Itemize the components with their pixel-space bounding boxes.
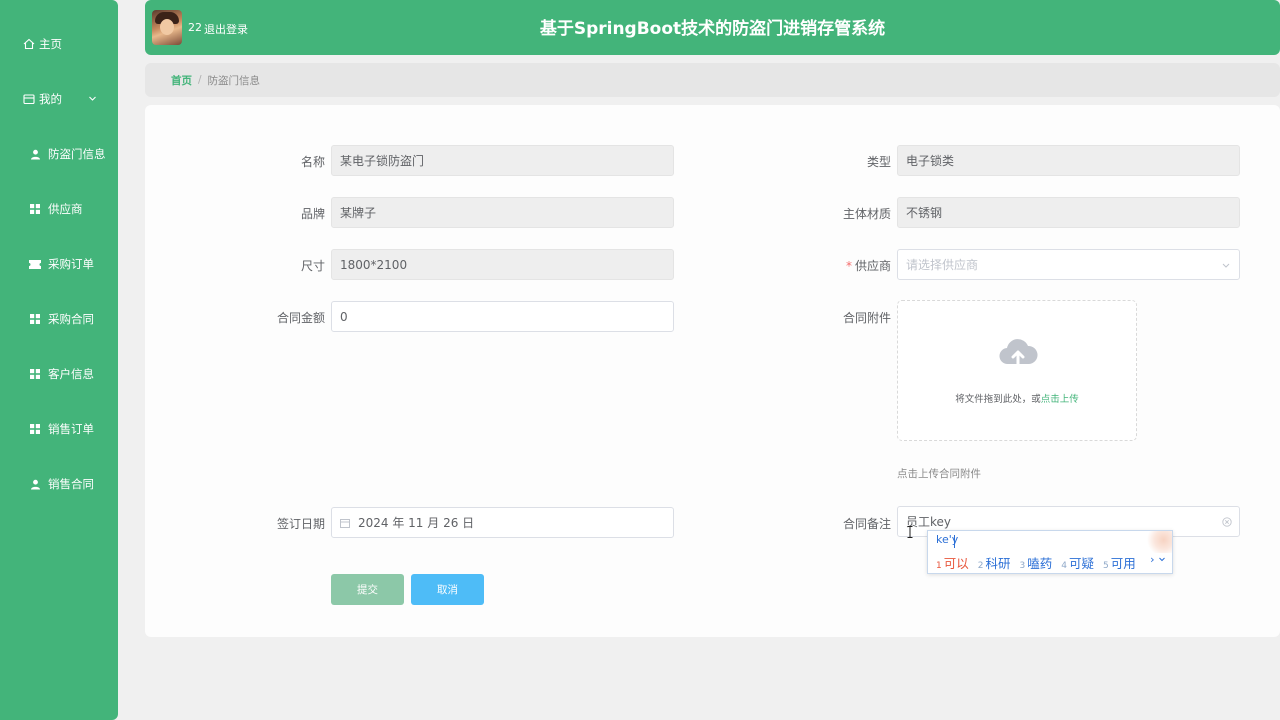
name-value: 某电子锁防盗门 xyxy=(340,154,425,168)
breadcrumb-home[interactable]: 首页 xyxy=(171,73,192,88)
ime-candidates: 1 可以 2 科研 3 嗑药 4 可疑 5 可用 xyxy=(936,553,1145,572)
chevron-down-icon xyxy=(1159,557,1165,562)
upload-hint: 将文件拖到此处，或点击上传 xyxy=(897,391,1137,405)
ime-candidate-num: 3 xyxy=(1019,561,1026,571)
submit-button[interactable]: 提交 xyxy=(331,574,404,605)
upload-cloud-icon xyxy=(998,334,1038,374)
sidebar-item-label: 客户信息 xyxy=(48,367,94,381)
ime-candidate-window: ke'y 1 可以 2 科研 3 嗑药 4 可疑 5 可用 › xyxy=(927,530,1173,574)
attachment-label: 合同附件 xyxy=(842,311,891,325)
ime-candidate[interactable]: 4 可疑 xyxy=(1061,553,1094,572)
sidebar-item-label: 我的 xyxy=(39,92,62,106)
breadcrumb: 首页 / 防盗门信息 xyxy=(145,63,1280,97)
sidebar-item-sales-contract[interactable]: 销售合同 xyxy=(0,464,118,504)
size-field: 1800*2100 xyxy=(331,249,674,280)
sidebar-item-supplier[interactable]: 供应商 xyxy=(0,189,118,229)
clear-icon[interactable] xyxy=(1222,516,1232,530)
sidebar-item-mine[interactable]: 我的 xyxy=(0,79,118,119)
ime-candidate[interactable]: 3 嗑药 xyxy=(1020,553,1053,572)
upload-click-link[interactable]: 点击上传 xyxy=(1041,394,1079,405)
grid-icon xyxy=(28,422,42,436)
breadcrumb-current: 防盗门信息 xyxy=(207,74,261,87)
type-value: 电子锁类 xyxy=(906,154,955,168)
brand-label: 品牌 xyxy=(300,207,325,221)
chevron-down-icon xyxy=(1221,259,1231,273)
ime-candidate-num: 4 xyxy=(1061,561,1067,571)
cancel-button[interactable]: 取消 xyxy=(411,574,484,605)
sidebar-item-purchase-contract[interactable]: 采购合同 xyxy=(0,299,118,339)
name-field: 某电子锁防盗门 xyxy=(331,145,674,176)
sign-date-picker[interactable]: 2024 年 11 月 26 日 xyxy=(331,507,674,538)
ime-caret xyxy=(954,535,955,548)
ime-candidate-num: 2 xyxy=(977,561,984,571)
grid-icon xyxy=(28,312,42,326)
sidebar-item-label: 销售合同 xyxy=(48,477,94,491)
sign-date-value: 2024 年 11 月 26 日 xyxy=(358,516,475,530)
sidebar-item-sales-order[interactable]: 销售订单 xyxy=(0,409,118,449)
sidebar-item-customer[interactable]: 客户信息 xyxy=(0,354,118,394)
upload-tip: 点击上传合同附件 xyxy=(897,468,981,480)
amount-label: 合同金额 xyxy=(276,311,325,325)
material-value: 不锈钢 xyxy=(906,206,943,220)
ime-next-arrow: › xyxy=(1150,553,1155,566)
supplier-label-text: 供应商 xyxy=(854,259,891,273)
sign-date-label: 签订日期 xyxy=(276,517,325,531)
material-label: 主体材质 xyxy=(842,207,891,221)
brand-field: 某牌子 xyxy=(331,197,674,228)
home-icon xyxy=(22,37,36,51)
ime-candidate[interactable]: 5 可用 xyxy=(1103,553,1136,572)
amount-input[interactable]: 0 xyxy=(331,301,674,332)
ime-next-page-button[interactable]: › xyxy=(1150,553,1166,566)
panel-icon xyxy=(22,92,36,106)
calendar-icon xyxy=(340,518,350,528)
user-icon xyxy=(28,477,42,491)
brand-value: 某牌子 xyxy=(340,206,377,220)
app-title: 基于SpringBoot技术的防盗门进销存管系统 xyxy=(539,19,886,39)
ticket-icon xyxy=(28,257,42,271)
type-label: 类型 xyxy=(866,155,891,169)
sidebar-item-label: 采购订单 xyxy=(48,257,94,271)
ime-candidate[interactable]: 1 可以 xyxy=(936,553,969,572)
top-header: 22 退出登录 基于SpringBoot技术的防盗门进销存管系统 xyxy=(145,0,1280,55)
size-label: 尺寸 xyxy=(300,259,325,273)
ime-candidate-text: 可疑 xyxy=(1068,556,1094,571)
breadcrumb-separator: / xyxy=(198,74,202,86)
sidebar-item-door-info[interactable]: 防盗门信息 xyxy=(0,134,118,174)
grid-icon xyxy=(28,367,42,381)
user-icon xyxy=(28,147,42,161)
ime-candidate-text: 可用 xyxy=(1110,556,1136,571)
sidebar: 主页 我的 防盗门信息 供应商 采购订单 采购合同 客户信息 销售订单 销售合同 xyxy=(0,0,118,720)
name-label: 名称 xyxy=(300,155,325,169)
sidebar-item-label: 防盗门信息 xyxy=(48,147,106,161)
sidebar-item-home[interactable]: 主页 xyxy=(0,24,118,64)
ime-candidate-text: 科研 xyxy=(985,556,1011,571)
ime-decoration xyxy=(1144,531,1172,553)
sidebar-item-label: 主页 xyxy=(39,37,62,51)
supplier-placeholder: 请选择供应商 xyxy=(906,258,979,272)
remark-label: 合同备注 xyxy=(842,517,891,531)
sidebar-item-label: 供应商 xyxy=(48,202,83,216)
ime-candidate-text: 嗑药 xyxy=(1027,556,1053,571)
sidebar-item-label: 销售订单 xyxy=(48,422,94,436)
upload-drag-text: 将文件拖到此处，或 xyxy=(955,394,1041,405)
chevron-down-icon xyxy=(88,92,97,106)
sidebar-item-purchase-order[interactable]: 采购订单 xyxy=(0,244,118,284)
material-field: 不锈钢 xyxy=(897,197,1240,228)
required-mark: * xyxy=(845,259,852,273)
ime-candidate-text: 可以 xyxy=(943,556,969,571)
size-value: 1800*2100 xyxy=(340,257,408,272)
type-field: 电子锁类 xyxy=(897,145,1240,176)
upload-dropzone[interactable] xyxy=(897,300,1137,441)
text-cursor-icon xyxy=(907,523,913,542)
sidebar-item-label: 采购合同 xyxy=(48,312,94,326)
grid-icon xyxy=(28,202,42,216)
ime-candidate-num: 5 xyxy=(1103,561,1109,571)
ime-candidate-num: 1 xyxy=(936,561,942,571)
amount-value: 0 xyxy=(340,309,348,324)
supplier-label: * 供应商 xyxy=(801,257,891,274)
ime-candidate[interactable]: 2 科研 xyxy=(978,553,1011,572)
supplier-select[interactable]: 请选择供应商 xyxy=(897,249,1240,280)
